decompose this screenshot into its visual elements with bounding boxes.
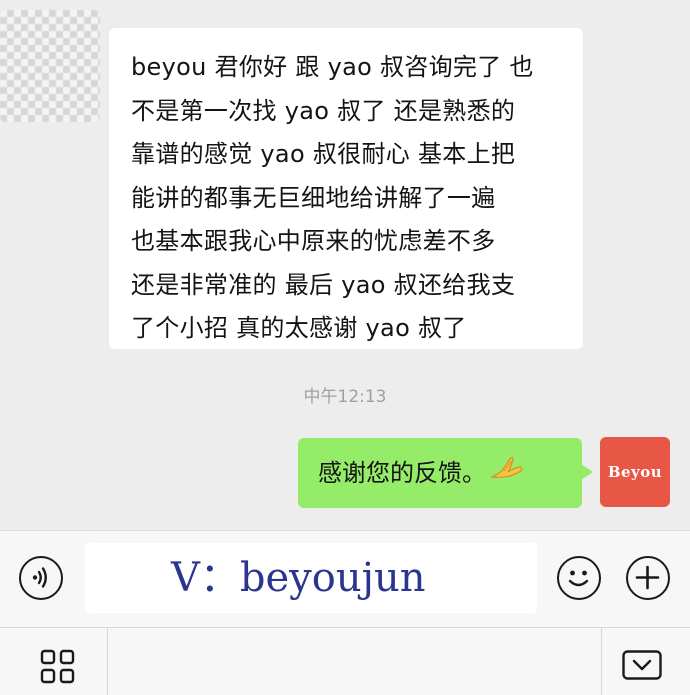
smiley-icon[interactable] [557,556,601,600]
message-line: beyou 君你好 跟 yao 叔咨询完了 也 [131,53,534,81]
outgoing-message-text: 感谢您的反馈。 [318,459,486,487]
input-text: V：beyoujun [171,555,426,601]
message-line: 了个小招 真的太感谢 yao 叔了 [131,314,467,342]
menu-divider [601,628,602,695]
keyboard-chevron-icon[interactable] [622,650,662,684]
message-line: 能讲的都事无巨细地给讲解了一遍 [131,183,496,212]
message-line: 还是非常准的 最后 yao 叔还给我支 [131,270,516,299]
grid-icon[interactable] [40,649,76,689]
message-line: 不是第一次找 yao 叔了 还是熟悉的 [131,96,516,125]
message-input[interactable]: V：beyoujun [85,543,537,613]
incoming-message-bubble[interactable]: beyou 君你好 跟 yao 叔咨询完了 也 不是第一次找 yao 叔了 还是… [109,28,583,349]
plus-icon[interactable] [626,556,670,600]
message-timestamp: 中午12:13 [303,387,387,407]
my-avatar[interactable]: Beyou [600,437,670,507]
message-line: 靠谱的感觉 yao 叔很耐心 基本上把 [131,140,516,168]
message-line: 也基本跟我心中原来的忧虑差不多 [131,227,496,255]
chat-input-bar: V：beyoujun [0,530,690,627]
pray-hands-emoji-icon [489,436,524,506]
voice-icon[interactable] [19,556,63,600]
contact-avatar[interactable] [0,10,100,122]
avatar-label: Beyou [607,463,663,481]
bottom-menu-bar [0,627,690,695]
menu-divider [107,628,108,695]
outgoing-message-bubble[interactable]: 感谢您的反馈。 [298,436,593,508]
